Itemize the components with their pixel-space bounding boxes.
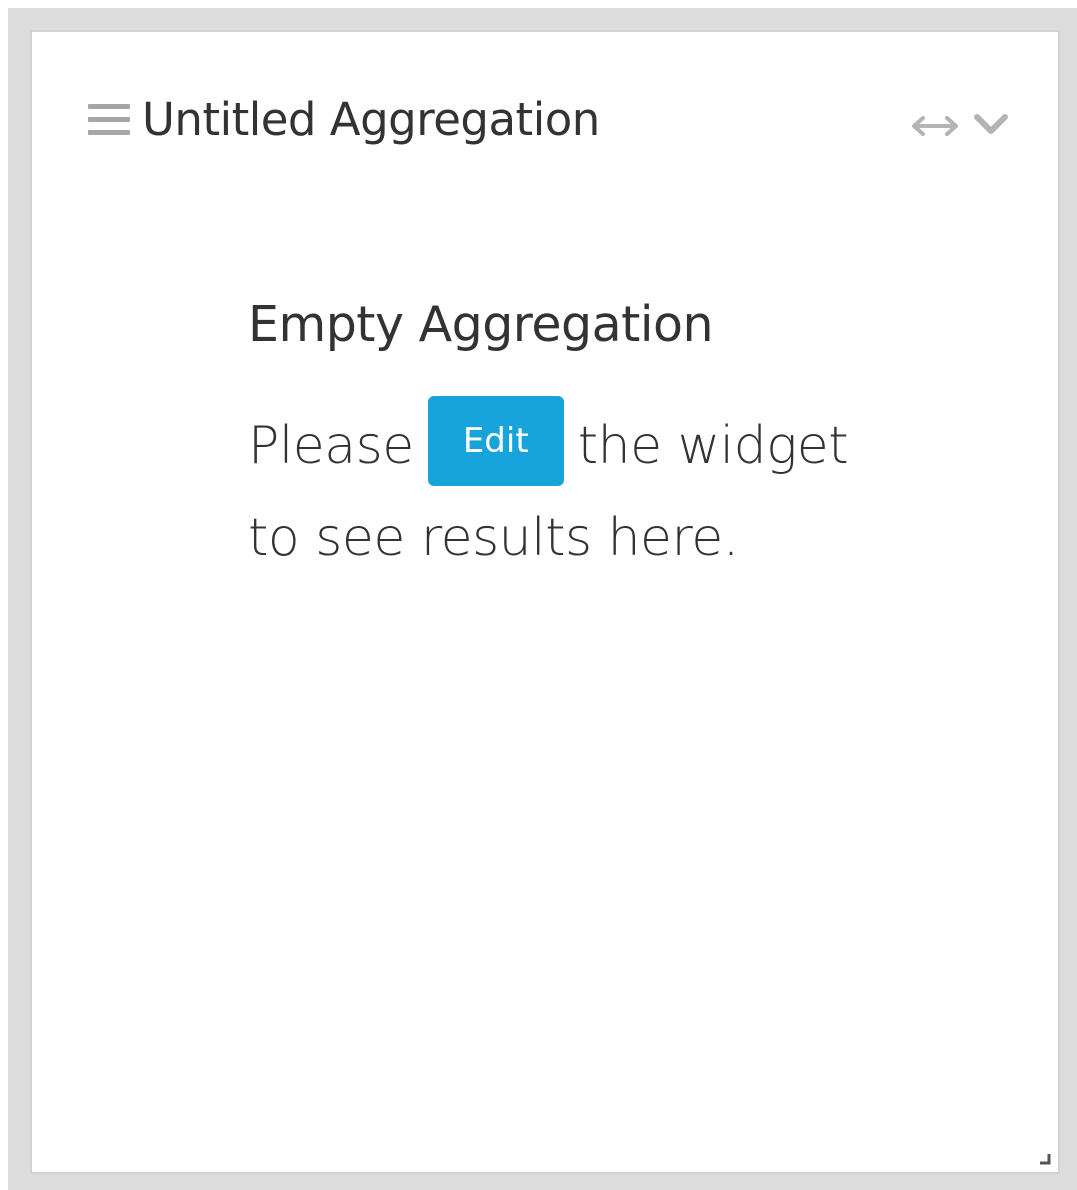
empty-state-line-1: Please Edit the widget [248, 396, 948, 492]
empty-state-text-before: Please [248, 416, 414, 476]
empty-state-text-after: the widget [577, 416, 849, 476]
edit-button[interactable]: Edit [427, 396, 564, 486]
empty-state: Empty Aggregation Please Edit the widget t… [248, 292, 948, 584]
aggregation-widget: Untitled Aggregation Empty Aggregation P… [30, 30, 1060, 1174]
resize-corner-icon[interactable] [1038, 1152, 1052, 1166]
chevron-down-icon[interactable] [972, 110, 1010, 138]
widget-title[interactable]: Untitled Aggregation [142, 90, 600, 150]
empty-state-message: Please Edit the widget to see results here… [248, 396, 948, 584]
horizontal-arrows-icon[interactable] [909, 112, 961, 140]
hamburger-icon[interactable] [88, 104, 130, 138]
empty-state-line-2: to see results here. [248, 508, 739, 568]
empty-state-heading: Empty Aggregation [248, 296, 714, 353]
